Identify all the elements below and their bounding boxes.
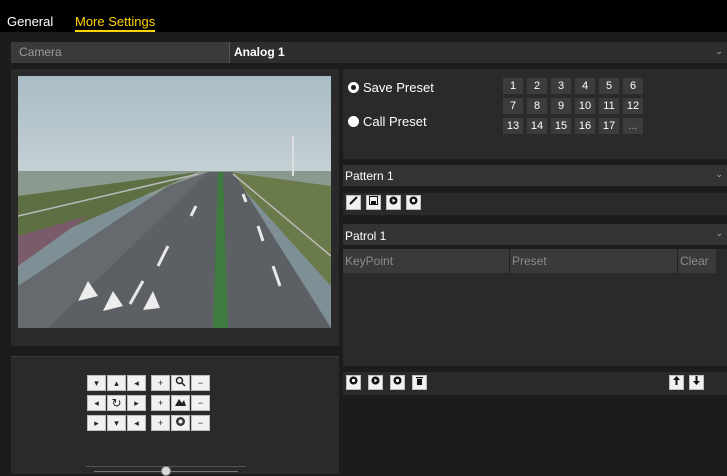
zoom-icon — [171, 375, 190, 391]
iris-minus-button[interactable]: − — [191, 415, 210, 431]
preset-button[interactable]: 9 — [551, 98, 571, 114]
preset-more-button[interactable]: ... — [623, 118, 643, 134]
pattern-value: Pattern 1 — [345, 169, 394, 183]
ptz-up-button[interactable]: ▴ — [107, 375, 126, 391]
move-up-button[interactable] — [669, 375, 684, 390]
preset-button[interactable]: 7 — [503, 98, 523, 114]
zoom-plus-button[interactable]: + — [151, 375, 170, 391]
save-preset-label: Save Preset — [363, 80, 434, 95]
focus-icon — [171, 395, 190, 411]
preset-button[interactable]: 17 — [599, 118, 619, 134]
column-keypoint: KeyPoint — [343, 249, 510, 273]
save-pattern-button[interactable] — [366, 195, 381, 210]
patrol-toolbar — [343, 372, 727, 395]
circle-icon — [349, 376, 358, 385]
bottom-right-area — [343, 399, 727, 474]
column-preset: Preset — [510, 249, 678, 273]
ptz-control-panel: ▾ ▴ ◂ + − ◂ ↻ ▸ + − ▸ ▾ ◂ + − — [11, 356, 339, 476]
stop-icon — [409, 196, 418, 205]
call-preset-radio[interactable]: Call Preset — [348, 114, 427, 129]
ptz-up-left-button[interactable]: ▾ — [87, 375, 106, 391]
ptz-auto-scan-button[interactable]: ↻ — [107, 395, 126, 411]
preset-button[interactable]: 6 — [623, 78, 643, 94]
zoom-minus-button[interactable]: − — [191, 375, 210, 391]
save-preset-radio[interactable]: Save Preset — [348, 80, 434, 95]
call-preset-label: Call Preset — [363, 114, 427, 129]
preset-button[interactable]: 13 — [503, 118, 523, 134]
add-keypoint-button[interactable] — [346, 375, 361, 390]
camera-row: Camera Analog 1 ⌄ — [11, 42, 727, 63]
ptz-up-right-button[interactable]: ◂ — [127, 375, 146, 391]
preset-button[interactable]: 11 — [599, 98, 619, 114]
patrol-select[interactable]: Patrol 1 ⌄ — [343, 224, 727, 245]
focus-plus-button[interactable]: + — [151, 395, 170, 411]
ptz-down-button[interactable]: ▾ — [107, 415, 126, 431]
preset-button[interactable]: 1 — [503, 78, 523, 94]
stop-pattern-button[interactable] — [406, 195, 421, 210]
pencil-icon — [349, 196, 358, 205]
arrow-down-icon — [693, 376, 700, 385]
preset-button[interactable]: 5 — [599, 78, 619, 94]
preset-button[interactable]: 10 — [575, 98, 595, 114]
play-icon — [371, 376, 380, 385]
edit-pattern-button[interactable] — [346, 195, 361, 210]
radio-unselected-icon — [348, 116, 359, 127]
video-panel — [11, 69, 339, 346]
camera-value: Analog 1 — [234, 45, 285, 59]
preset-button[interactable]: 3 — [551, 78, 571, 94]
save-icon — [369, 196, 378, 205]
preset-panel: Save Preset Call Preset 1 2 3 4 5 6 7 8 … — [343, 69, 727, 159]
preset-button[interactable]: 4 — [575, 78, 595, 94]
tab-general[interactable]: General — [7, 14, 53, 29]
patrol-value: Patrol 1 — [345, 229, 387, 243]
slider-knob[interactable] — [161, 466, 171, 476]
preset-button[interactable]: 16 — [575, 118, 595, 134]
call-pattern-button[interactable] — [386, 195, 401, 210]
chevron-down-icon: ⌄ — [715, 46, 723, 56]
tab-more-settings[interactable]: More Settings — [75, 14, 156, 32]
camera-label: Camera — [19, 45, 62, 59]
iris-plus-button[interactable]: + — [151, 415, 170, 431]
live-video-view[interactable] — [18, 76, 331, 328]
ptz-right-button[interactable]: ▸ — [127, 395, 146, 411]
ptz-down-right-button[interactable]: ◂ — [127, 415, 146, 431]
call-patrol-button[interactable] — [368, 375, 383, 390]
arrow-up-icon — [673, 376, 680, 385]
preset-button[interactable]: 15 — [551, 118, 571, 134]
patrol-table-header: KeyPoint Preset Clear — [343, 249, 716, 273]
stop-icon — [393, 376, 402, 385]
highway-scene-image — [18, 76, 331, 328]
ptz-left-button[interactable]: ◂ — [87, 395, 106, 411]
tab-bar: General More Settings — [0, 0, 727, 32]
pattern-toolbar — [343, 193, 727, 215]
chevron-down-icon: ⌄ — [715, 169, 723, 179]
column-clear: Clear — [680, 254, 709, 268]
iris-icon — [171, 415, 190, 431]
stop-patrol-button[interactable] — [390, 375, 405, 390]
trash-icon — [416, 377, 423, 385]
preset-button[interactable]: 8 — [527, 98, 547, 114]
radio-selected-icon — [348, 82, 359, 93]
patrol-table: KeyPoint Preset Clear — [343, 249, 727, 366]
focus-minus-button[interactable]: − — [191, 395, 210, 411]
camera-select[interactable]: Analog 1 ⌄ — [229, 42, 727, 63]
preset-button[interactable]: 2 — [527, 78, 547, 94]
delete-patrol-button[interactable] — [412, 375, 427, 390]
pattern-select[interactable]: Pattern 1 ⌄ — [343, 165, 727, 186]
chevron-down-icon: ⌄ — [715, 228, 723, 238]
preset-button[interactable]: 12 — [623, 98, 643, 114]
move-down-button[interactable] — [689, 375, 704, 390]
preset-button[interactable]: 14 — [527, 118, 547, 134]
ptz-down-left-button[interactable]: ▸ — [87, 415, 106, 431]
play-icon — [389, 196, 398, 205]
